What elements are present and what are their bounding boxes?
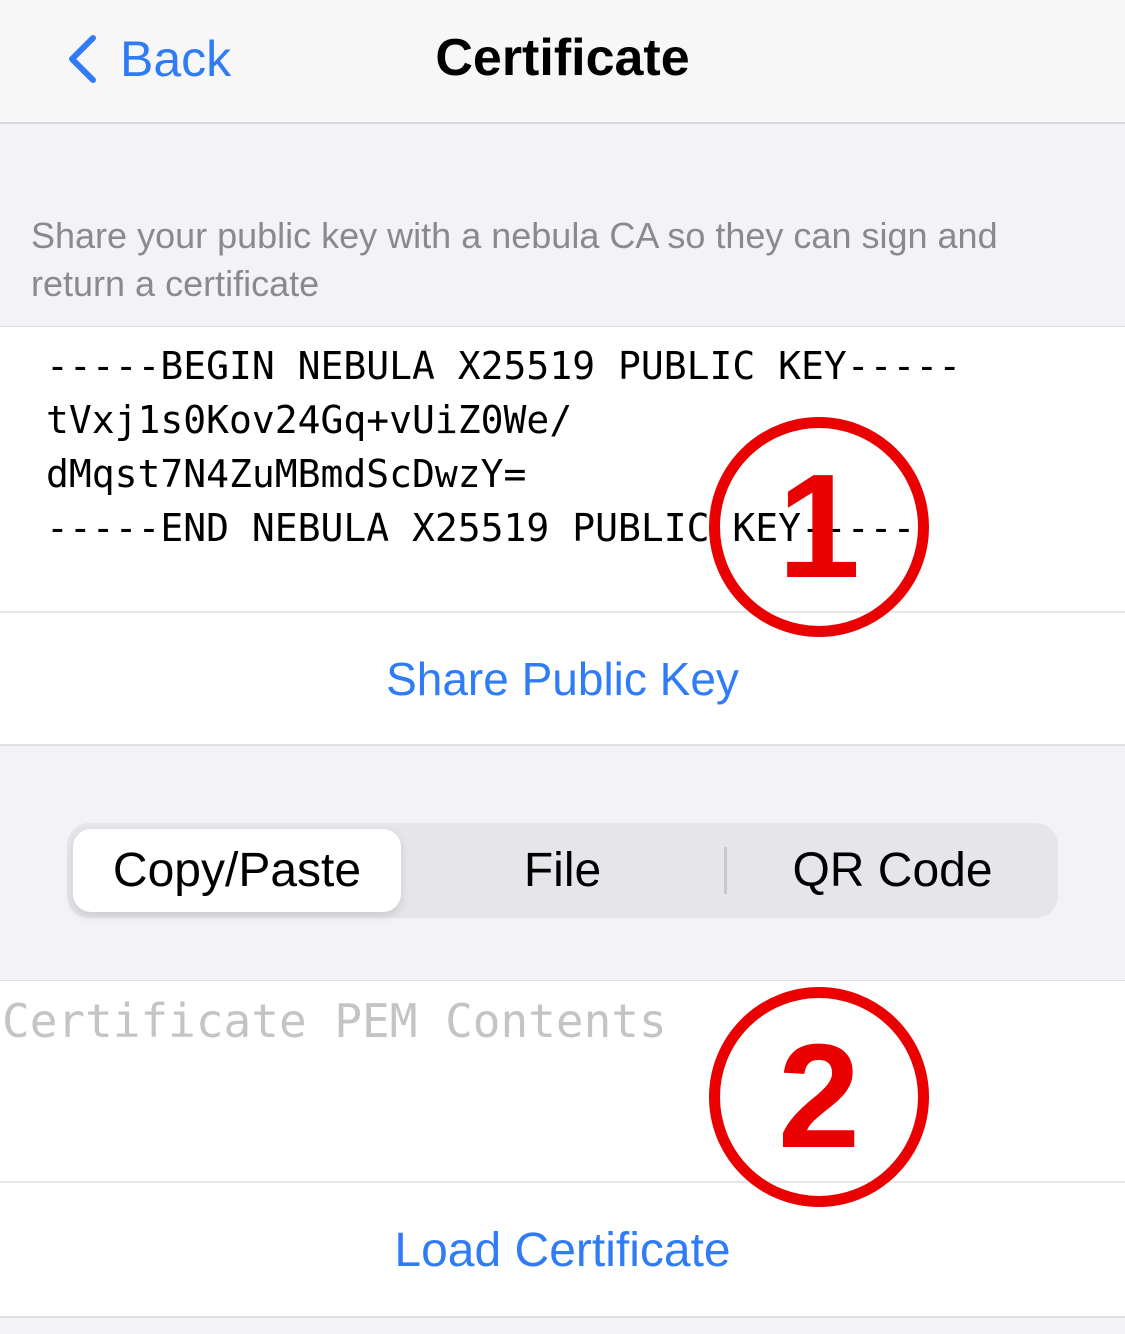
segment-qr-code[interactable]: QR Code [727, 823, 1058, 918]
public-key-card: -----BEGIN NEBULA X25519 PUBLIC KEY-----… [0, 326, 1125, 746]
segment-file[interactable]: File [401, 823, 724, 918]
public-key-section-header: Share your public key with a nebula CA s… [31, 215, 998, 304]
page-title: Certificate [435, 29, 690, 87]
annotation-marker-2-number: 2 [777, 1014, 861, 1179]
load-certificate-button[interactable]: Load Certificate [0, 1183, 1125, 1317]
import-method-segmented-control: Copy/Paste File QR Code [67, 823, 1058, 918]
public-key-text[interactable]: -----BEGIN NEBULA X25519 PUBLIC KEY-----… [46, 339, 1106, 555]
navigation-bar: Back Certificate [0, 0, 1125, 124]
annotation-marker-2: 2 [709, 987, 929, 1207]
share-public-key-button[interactable]: Share Public Key [0, 613, 1125, 745]
certificate-pem-input[interactable] [0, 981, 1125, 1181]
annotation-marker-1: 1 [709, 417, 929, 637]
annotation-marker-1-number: 1 [777, 444, 861, 609]
segment-copy-paste[interactable]: Copy/Paste [73, 829, 401, 912]
certificate-pem-card: Load Certificate [0, 980, 1125, 1318]
certificate-screen: Back Certificate Share your public key w… [0, 0, 1125, 1334]
